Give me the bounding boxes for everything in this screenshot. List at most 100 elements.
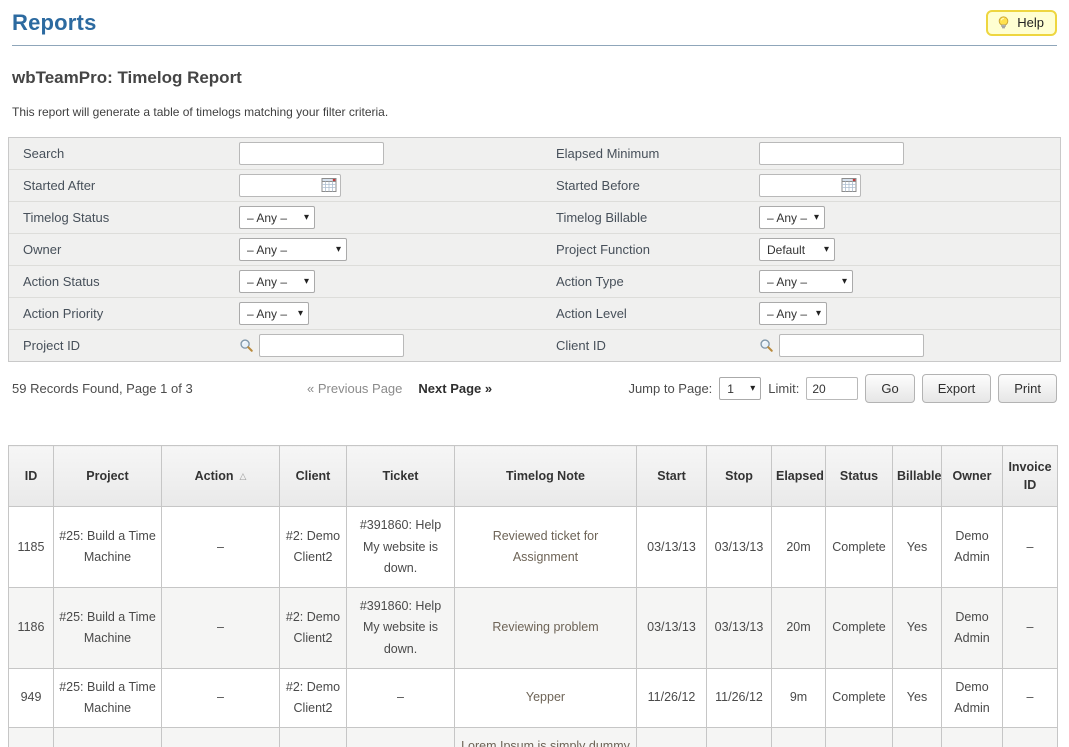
cell-billable: Yes <box>893 668 942 728</box>
project-function-select[interactable]: Default ▾ <box>759 238 835 261</box>
cell-elapsed: 20m <box>772 588 826 669</box>
cell-project: #25: Build a Time Machine <box>54 507 162 588</box>
filter-label-action-type: Action Type <box>556 274 759 289</box>
column-header-status[interactable]: Status <box>826 446 893 507</box>
filter-label-timelog-status: Timelog Status <box>23 210 239 225</box>
cell-action: – <box>162 728 280 747</box>
column-header-owner[interactable]: Owner <box>942 446 1003 507</box>
cell-client: #2: Demo Client2 <box>280 728 347 747</box>
column-header-start[interactable]: Start <box>637 446 707 507</box>
chevron-down-icon: ▾ <box>814 212 819 223</box>
records-summary: 59 Records Found, Page 1 of 3 <box>12 381 307 396</box>
chevron-down-icon: ▾ <box>298 308 303 319</box>
timelog-billable-select[interactable]: – Any – ▾ <box>759 206 825 229</box>
search-input[interactable] <box>239 142 384 165</box>
action-level-select[interactable]: – Any – ▾ <box>759 302 827 325</box>
calendar-icon[interactable] <box>321 177 337 193</box>
select-value: 1 <box>727 382 734 396</box>
filter-box: Search Elapsed Minimum Started After Sta <box>8 137 1061 362</box>
column-header-stop[interactable]: Stop <box>707 446 772 507</box>
column-header-project[interactable]: Project <box>54 446 162 507</box>
magnifier-icon[interactable] <box>759 338 774 353</box>
action-type-select[interactable]: – Any – ▾ <box>759 270 853 293</box>
chevron-down-icon: ▾ <box>824 244 829 255</box>
chevron-down-icon: ▾ <box>336 244 341 255</box>
filter-label-action-priority: Action Priority <box>23 306 239 321</box>
cell-owner: Demo Admin <box>942 668 1003 728</box>
cell-start: 03/13/13 <box>637 588 707 669</box>
column-header-billable[interactable]: Billable <box>893 446 942 507</box>
column-header-action[interactable]: Action△ <box>162 446 280 507</box>
column-header-timelog-note[interactable]: Timelog Note <box>455 446 637 507</box>
project-id-input[interactable] <box>259 334 404 357</box>
chevron-down-icon: ▾ <box>816 308 821 319</box>
cell-action: – <box>162 668 280 728</box>
cell-project: #25: Build a Time Machine <box>54 728 162 747</box>
table-row: 1185#25: Build a Time Machine–#2: Demo C… <box>9 507 1058 588</box>
action-priority-select[interactable]: – Any – ▾ <box>239 302 309 325</box>
cell-billable: Yes <box>893 728 942 747</box>
export-button[interactable]: Export <box>922 374 992 403</box>
select-value: Default <box>767 243 805 257</box>
filter-label-started-after: Started After <box>23 178 239 193</box>
chevron-down-icon: ▾ <box>750 383 755 394</box>
cell-project: #25: Build a Time Machine <box>54 588 162 669</box>
column-header-id[interactable]: ID <box>9 446 54 507</box>
filter-label-elapsed-minimum: Elapsed Minimum <box>556 146 759 161</box>
calendar-icon[interactable] <box>841 177 857 193</box>
next-page-link[interactable]: Next Page » <box>418 381 492 396</box>
sort-ascending-icon: △ <box>239 471 246 481</box>
cell-start: 03/13/13 <box>637 507 707 588</box>
print-button[interactable]: Print <box>998 374 1057 403</box>
cell-elapsed: 20m <box>772 507 826 588</box>
column-header-elapsed[interactable]: Elapsed <box>772 446 826 507</box>
timelog-status-select[interactable]: – Any – ▾ <box>239 206 315 229</box>
cell-invoice_id: – <box>1003 668 1058 728</box>
go-button[interactable]: Go <box>865 374 914 403</box>
pagination-bar: 59 Records Found, Page 1 of 3 « Previous… <box>12 374 1057 403</box>
cell-id: 934 <box>9 728 54 747</box>
jump-to-page-label: Jump to Page: <box>628 381 712 396</box>
select-value: – Any – <box>247 275 287 289</box>
owner-select[interactable]: – Any – ▾ <box>239 238 347 261</box>
filter-row: Owner – Any – ▾ Project Function Default… <box>9 233 1060 265</box>
magnifier-icon[interactable] <box>239 338 254 353</box>
cell-owner: Demo Admin <box>942 588 1003 669</box>
cell-stop: 03/13/13 <box>707 507 772 588</box>
cell-billable: Yes <box>893 588 942 669</box>
help-button[interactable]: Help <box>986 10 1057 36</box>
cell-id: 1186 <box>9 588 54 669</box>
client-id-input[interactable] <box>779 334 924 357</box>
column-header-client[interactable]: Client <box>280 446 347 507</box>
jump-to-page-select[interactable]: 1 ▾ <box>719 377 761 400</box>
filter-label-action-status: Action Status <box>23 274 239 289</box>
cell-note: Lorem Ipsum is simply dummy text of the … <box>455 728 637 747</box>
cell-billable: Yes <box>893 507 942 588</box>
filter-row: Timelog Status – Any – ▾ Timelog Billabl… <box>9 201 1060 233</box>
report-title: wbTeamPro: Timelog Report <box>12 68 1057 88</box>
cell-ticket: – <box>347 728 455 747</box>
table-row: 934#25: Build a Time Machine–#2: Demo Cl… <box>9 728 1058 747</box>
cell-invoice_id: – <box>1003 588 1058 669</box>
elapsed-minimum-input[interactable] <box>759 142 904 165</box>
cell-note: Reviewing problem <box>455 588 637 669</box>
filter-label-owner: Owner <box>23 242 239 257</box>
table-row: 949#25: Build a Time Machine–#2: Demo Cl… <box>9 668 1058 728</box>
chevron-down-icon: ▾ <box>842 276 847 287</box>
help-button-label: Help <box>1017 15 1044 30</box>
cell-owner: Demo Admin <box>942 728 1003 747</box>
cell-id: 1185 <box>9 507 54 588</box>
cell-note: Yepper <box>455 668 637 728</box>
filter-row: Action Priority – Any – ▾ Action Level –… <box>9 297 1060 329</box>
previous-page-link[interactable]: « Previous Page <box>307 381 402 396</box>
limit-label: Limit: <box>768 381 799 396</box>
table-row: 1186#25: Build a Time Machine–#2: Demo C… <box>9 588 1058 669</box>
cell-status: Complete <box>826 668 893 728</box>
action-status-select[interactable]: – Any – ▾ <box>239 270 315 293</box>
column-header-ticket[interactable]: Ticket <box>347 446 455 507</box>
select-value: – Any – <box>247 211 287 225</box>
select-value: – Any – <box>247 307 287 321</box>
limit-input[interactable] <box>806 377 858 400</box>
column-header-invoice-id[interactable]: Invoice ID <box>1003 446 1058 507</box>
select-value: – Any – <box>767 307 807 321</box>
